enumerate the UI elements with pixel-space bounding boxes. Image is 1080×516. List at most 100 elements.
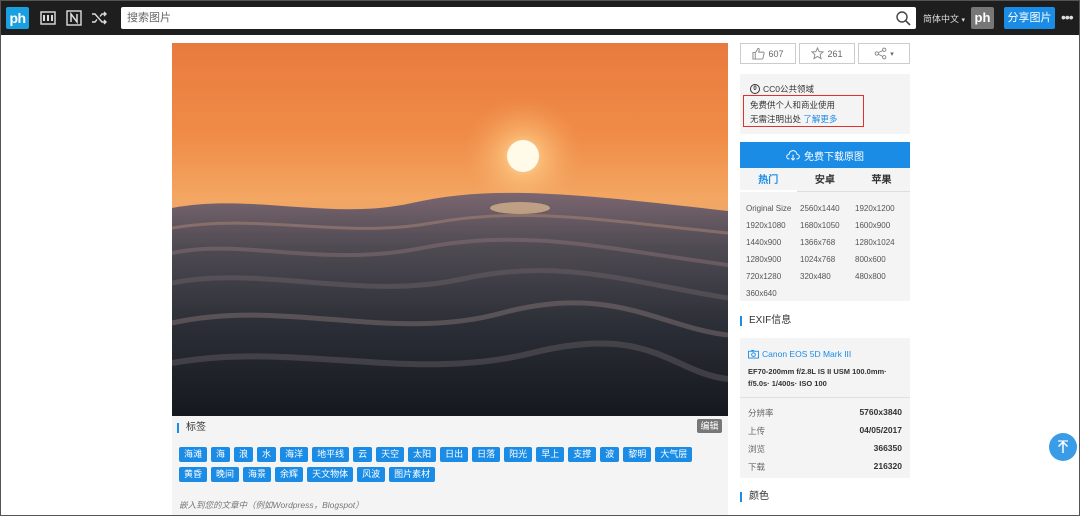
- download-size-option[interactable]: Original Size: [746, 200, 800, 217]
- tag-chip[interactable]: 海: [211, 447, 231, 462]
- search-icon[interactable]: [895, 10, 911, 26]
- tag-chip[interactable]: 浪: [234, 447, 254, 462]
- tag-chip[interactable]: 日落: [472, 447, 501, 462]
- tag-chip[interactable]: 海滩: [179, 447, 208, 462]
- tag-chip[interactable]: 日出: [440, 447, 469, 462]
- tag-chip[interactable]: 天空: [376, 447, 405, 462]
- page: ph 简体中文 ▾ ph 分享图片 •••: [0, 0, 1080, 516]
- download-size-option[interactable]: 2560x1440: [800, 200, 855, 217]
- exif-value: 366350: [873, 443, 902, 453]
- exif-panel: Canon EOS 5D Mark III EF70-200mm f/2.8L …: [740, 338, 910, 478]
- tag-chip[interactable]: 波: [600, 447, 620, 462]
- tag-chip[interactable]: 早上: [536, 447, 565, 462]
- share-icon: [874, 47, 887, 60]
- download-size-option[interactable]: 1600x900: [855, 217, 906, 234]
- top-navbar: ph 简体中文 ▾ ph 分享图片 •••: [1, 1, 1079, 35]
- favorite-button[interactable]: 261: [799, 43, 855, 64]
- colors-heading: 颜色: [740, 492, 769, 502]
- tag-chip[interactable]: 图片素材: [389, 467, 436, 482]
- edit-tags-button[interactable]: 编辑: [697, 419, 722, 433]
- license-usage-text: 免费供个人和商业使用: [750, 100, 836, 110]
- news-icon[interactable]: [66, 10, 82, 26]
- download-size-option[interactable]: 1680x1050: [800, 217, 855, 234]
- tag-chip[interactable]: 太阳: [408, 447, 437, 462]
- tab-divider: [740, 190, 910, 192]
- search-box: [121, 7, 916, 29]
- size-grid: Original Size 2560x1440 1920x1200 1920x1080…: [746, 200, 906, 302]
- tag-chip[interactable]: 海洋: [280, 447, 309, 462]
- favorite-count: 261: [827, 48, 843, 59]
- stat-row: 607 261 ▾: [740, 43, 910, 64]
- exif-key: 上传: [748, 426, 766, 436]
- free-download-label: 免费下载原图: [804, 151, 864, 163]
- camera-model-link[interactable]: Canon EOS 5D Mark III: [748, 349, 851, 359]
- embed-hint[interactable]: 嵌入到您的文章中（例如Wordpress，Blogspot）: [179, 499, 364, 511]
- more-menu-icon[interactable]: •••: [1061, 9, 1074, 25]
- main-photo[interactable]: [172, 43, 728, 416]
- exif-key: 下载: [748, 462, 766, 472]
- camera-icon: [748, 349, 759, 359]
- tags-heading: 标签: [177, 423, 206, 433]
- license-panel: 0 CC0公共领域 免费供个人和商业使用 无需注明出处 了解更多: [740, 74, 910, 134]
- arrow-up-icon: [1057, 440, 1069, 453]
- download-size-option[interactable]: 800x600: [855, 251, 906, 268]
- language-label: 简体中文: [923, 14, 960, 24]
- user-avatar[interactable]: ph: [971, 7, 994, 29]
- tag-chip[interactable]: 支撑: [568, 447, 597, 462]
- language-selector[interactable]: 简体中文 ▾: [923, 12, 965, 25]
- download-size-option[interactable]: 1024x768: [800, 251, 855, 268]
- download-size-option[interactable]: 480x800: [855, 268, 906, 285]
- tag-chip[interactable]: 风波: [357, 467, 386, 482]
- tag-chip[interactable]: 黎明: [623, 447, 652, 462]
- tag-chip[interactable]: 余辉: [275, 467, 304, 482]
- download-size-option[interactable]: 1440x900: [746, 234, 800, 251]
- download-size-option[interactable]: 320x480: [800, 268, 855, 285]
- tab-android[interactable]: 安卓: [797, 173, 854, 193]
- search-input[interactable]: [121, 7, 881, 29]
- tag-chip[interactable]: 晚间: [211, 467, 240, 482]
- share-dropdown-button[interactable]: ▾: [858, 43, 910, 64]
- tag-chip[interactable]: 大气层: [655, 447, 693, 462]
- exif-key: 分辨率: [748, 408, 774, 418]
- star-icon: [811, 47, 825, 60]
- license-attribution-text: 无需注明出处: [750, 114, 802, 124]
- thumbs-up-icon: [752, 47, 766, 60]
- back-to-top-button[interactable]: [1049, 433, 1077, 461]
- tag-list: 海滩海浪水海洋 地平线云天空 太阳 日出 日落 阳光 早上 支撑波黎明 大气层黄昏 晚间 海景 余辉天…: [179, 447, 719, 482]
- camera-model: Canon EOS 5D Mark III: [762, 349, 852, 359]
- download-size-option[interactable]: 1280x900: [746, 251, 800, 268]
- tag-chip[interactable]: 地平线: [312, 447, 350, 462]
- shuffle-icon[interactable]: [91, 10, 107, 26]
- cc-zero-icon: 0: [750, 84, 760, 94]
- tag-chip[interactable]: 水: [257, 447, 277, 462]
- share-photo-button[interactable]: 分享图片: [1004, 7, 1055, 29]
- download-size-option[interactable]: 1920x1080: [746, 217, 800, 234]
- download-size-option[interactable]: 1280x1024: [855, 234, 906, 251]
- learn-more-link[interactable]: 了解更多: [803, 114, 837, 124]
- exif-row: 分辨率 5760x3840: [748, 407, 902, 419]
- tag-chip[interactable]: 黄昏: [179, 467, 208, 482]
- tag-chip[interactable]: 天文物体: [307, 467, 354, 482]
- download-size-option[interactable]: 720x1280: [746, 268, 800, 285]
- tag-chip[interactable]: 海景: [243, 467, 272, 482]
- exif-divider: [740, 397, 910, 398]
- cloud-download-icon: [786, 150, 800, 161]
- exif-key: 浏览: [748, 444, 766, 454]
- tag-chip[interactable]: 阳光: [504, 447, 533, 462]
- caret-down-icon: ▾: [890, 50, 894, 58]
- exif-value: 5760x3840: [859, 407, 902, 417]
- license-attribution-line: 无需注明出处 了解更多: [750, 113, 837, 125]
- site-logo[interactable]: ph: [6, 7, 29, 29]
- download-size-option[interactable]: 1920x1200: [855, 200, 906, 217]
- tag-chip[interactable]: 云: [353, 447, 373, 462]
- tab-apple[interactable]: 苹果: [853, 173, 910, 193]
- exif-row: 下载 216320: [748, 461, 902, 473]
- lens-settings: EF70-200mm f/2.8L IS II USM 100.0mm· f/5…: [748, 367, 887, 388]
- download-size-option[interactable]: 360x640: [746, 285, 800, 302]
- exif-value: 216320: [873, 461, 902, 471]
- download-size-option[interactable]: 1366x768: [800, 234, 855, 251]
- film-icon[interactable]: [40, 10, 56, 26]
- like-button[interactable]: 607: [740, 43, 796, 64]
- free-download-button[interactable]: 免费下载原图: [740, 142, 910, 168]
- like-count: 607: [768, 48, 784, 59]
